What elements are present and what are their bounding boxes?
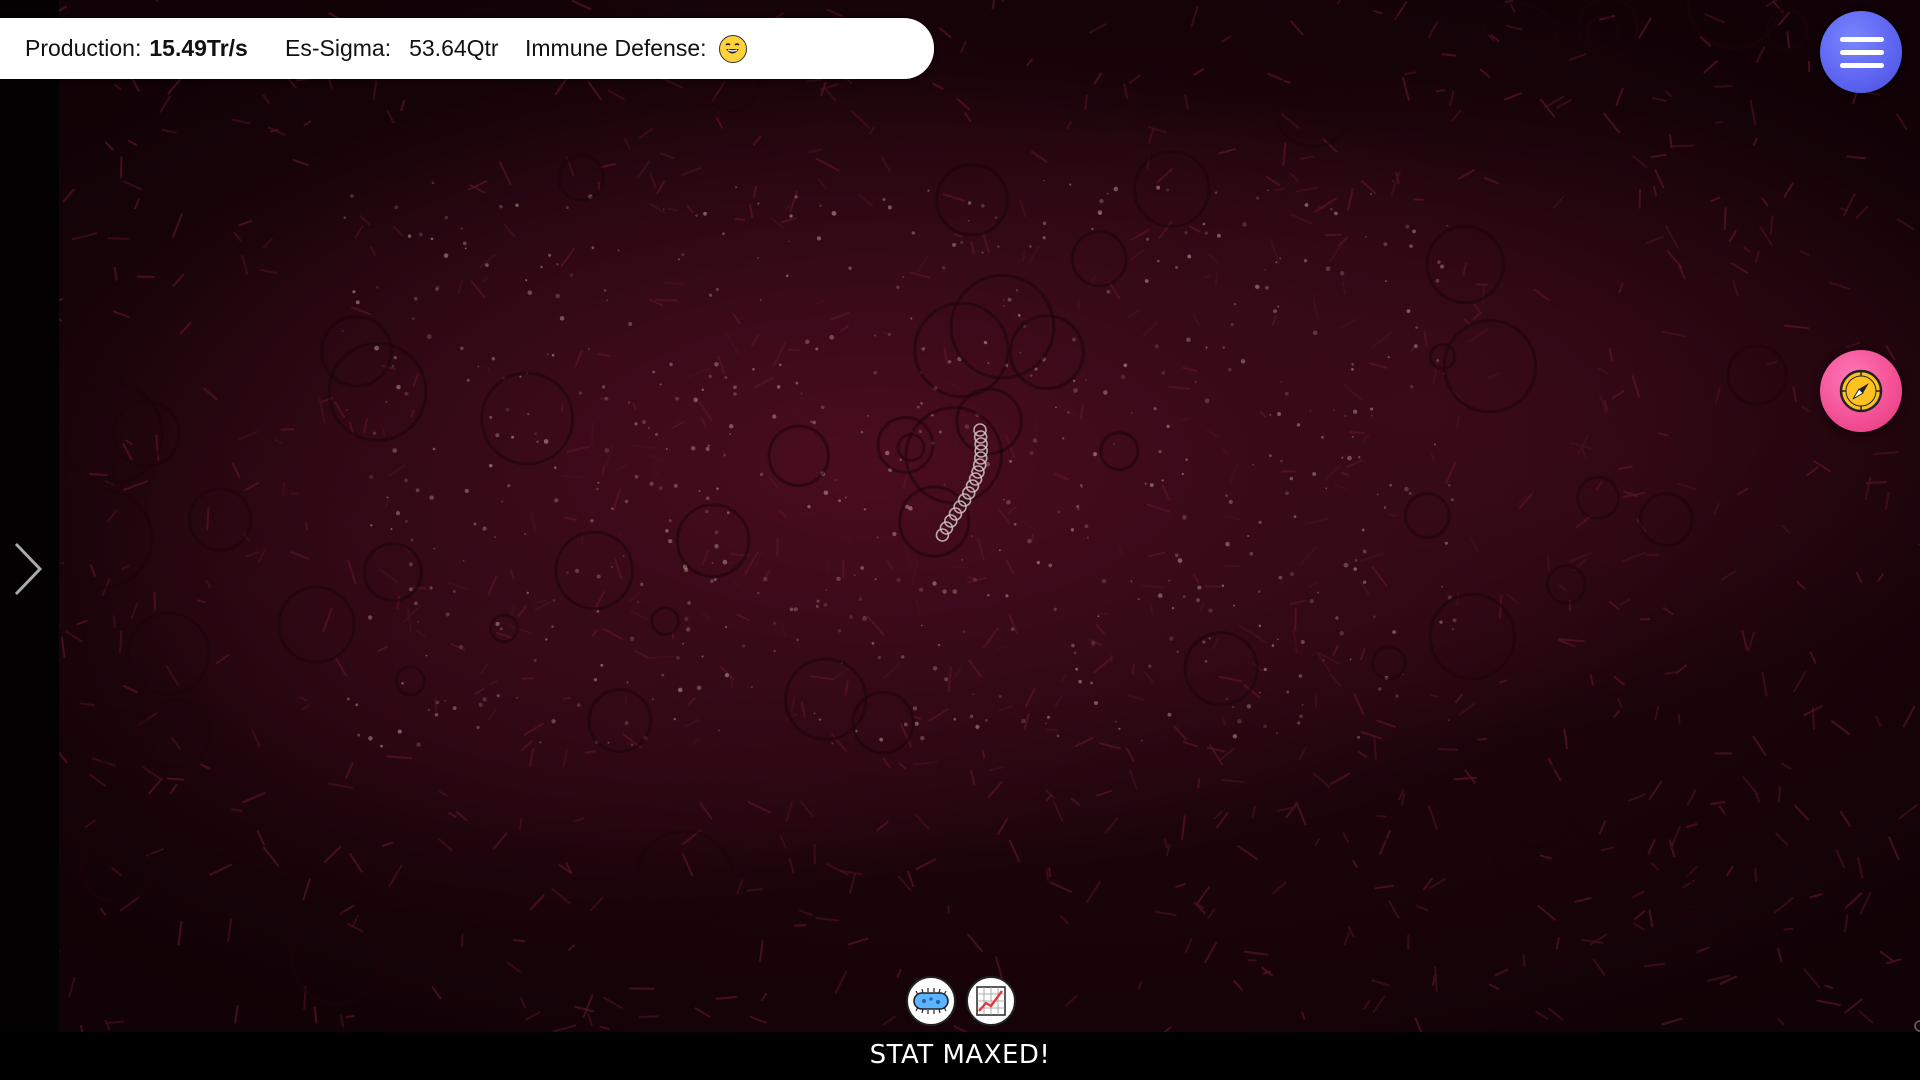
game-screen: Production: 15.49Tr/s Es-Sigma: 53.64Qtr… [0, 0, 1920, 1080]
microbe-texture [59, 0, 1920, 1032]
microbe-icon [913, 988, 949, 1014]
line-graph-icon [976, 986, 1006, 1016]
es-sigma-value: 53.64Qtr [409, 35, 499, 61]
compass-button[interactable] [1820, 350, 1902, 432]
corner-circle-icon [1914, 1020, 1920, 1032]
menu-button[interactable] [1820, 11, 1902, 93]
production-label: Production: [25, 35, 142, 61]
production-value: 15.49Tr/s [149, 35, 248, 61]
immune-defense-label: Immune Defense: [525, 35, 707, 61]
laughing-face-icon [718, 34, 747, 63]
stats-bar: Production: 15.49Tr/s Es-Sigma: 53.64Qtr… [0, 18, 934, 79]
compass-icon [1839, 369, 1883, 413]
es-sigma-label: Es-Sigma: [285, 35, 392, 61]
status-message: STAT MAXED! [869, 1040, 1051, 1070]
es-sigma-stat: Es-Sigma: 53.64Qtr [285, 18, 499, 79]
chevron-right-icon [14, 542, 43, 596]
microbe-button[interactable] [906, 976, 956, 1026]
graph-button[interactable] [966, 976, 1016, 1026]
petri-dish-canvas[interactable] [59, 0, 1920, 1032]
expand-panel-button[interactable] [10, 540, 46, 598]
immune-defense-stat: Immune Defense: [525, 18, 747, 79]
production-stat: Production: 15.49Tr/s [25, 18, 248, 79]
